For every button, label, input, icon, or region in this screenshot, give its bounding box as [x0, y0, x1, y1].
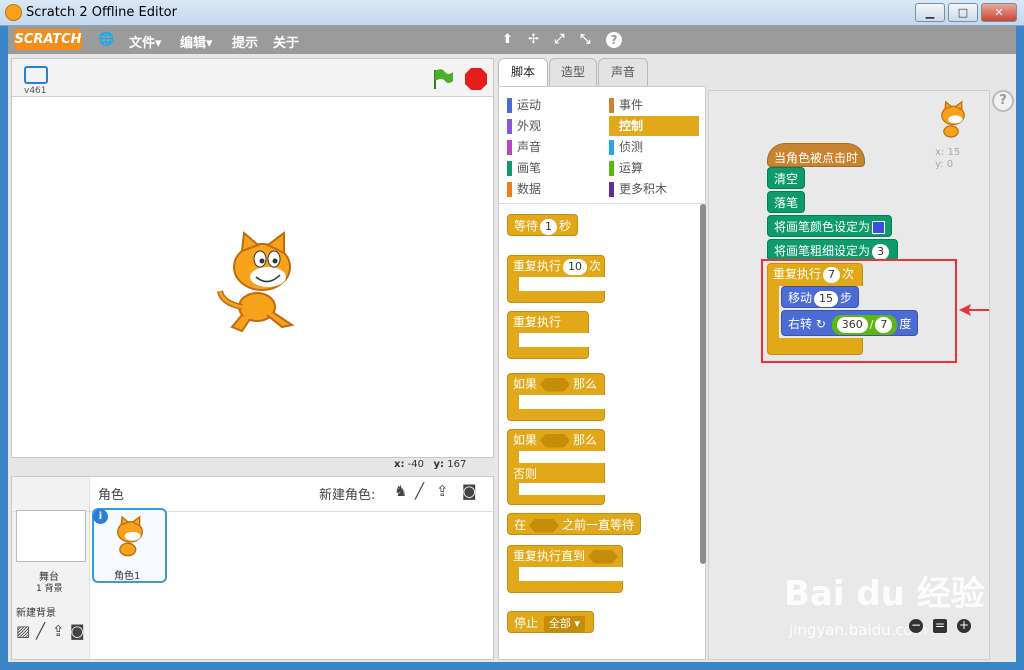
title-bar: Scratch 2 Offline Editor ▁ □ ✕ — [0, 0, 1024, 26]
block-wait[interactable]: 等待 1 秒 — [507, 214, 579, 236]
category-looks[interactable]: 外观 — [507, 116, 541, 136]
category-pen[interactable]: 画笔 — [507, 158, 541, 178]
tab-scripts[interactable]: 脚本 — [498, 58, 548, 86]
shrink-icon[interactable]: ⤡ — [580, 32, 590, 47]
sprite-tile[interactable]: i 角色1 — [92, 508, 167, 583]
scratch-logo[interactable]: SCRATCH — [14, 29, 82, 50]
upload-sprite-icon[interactable]: ⇪ — [436, 482, 449, 500]
menu-edit[interactable]: 编辑▾ — [180, 32, 213, 51]
watermark-url: jingyan.baidu.com — [789, 621, 928, 639]
block-repeat-until-label: 重复执行直到 — [507, 545, 627, 567]
maximize-button[interactable]: □ — [948, 3, 978, 22]
category-events[interactable]: 事件 — [609, 95, 643, 115]
zoom-out-icon[interactable]: − — [909, 619, 923, 633]
palette-scrollbar[interactable] — [700, 204, 706, 564]
red-arrow-icon — [959, 304, 989, 316]
presentation-mode-icon[interactable] — [24, 66, 48, 84]
block-when-sprite-clicked[interactable]: 当角色被点击时 — [767, 143, 866, 167]
tab-sounds[interactable]: 声音 — [598, 58, 648, 86]
grow-icon[interactable]: ⤢ — [554, 32, 564, 47]
block-wait-until[interactable]: 在之前一直等待 — [507, 513, 642, 535]
sprites-title: 角色 — [98, 488, 125, 503]
category-sensing[interactable]: 侦测 — [609, 137, 643, 157]
block-clear[interactable]: 清空 — [767, 167, 806, 189]
stage-backdrop-count: 1 背景 — [36, 584, 63, 594]
block-set-pen-size[interactable]: 将画笔粗细设定为 3 — [767, 239, 899, 261]
category-sound[interactable]: 声音 — [507, 137, 541, 157]
language-globe-icon[interactable]: 🌐 — [98, 32, 114, 47]
block-palette: 运动 事件 外观 控制 声音 侦测 画笔 运算 数据 更多积木 等待 1 秒 重复执… — [498, 86, 706, 660]
watermark-brand: Bai du 经验 — [784, 574, 985, 614]
new-backdrop-label: 新建背景 — [16, 608, 56, 619]
version-label: v461 — [24, 86, 47, 96]
sprite-panel: 角色 新建角色: ♞ ╱ ⇪ ◙ 舞台 1 背景 新建背景 ▨ ╱ ⇪ ◙ i … — [11, 476, 496, 660]
backdrop-upload-icon[interactable]: ⇪ — [52, 622, 65, 640]
category-more-blocks[interactable]: 更多积木 — [609, 179, 667, 199]
menu-about[interactable]: 关于 — [273, 32, 299, 51]
block-set-pen-color[interactable]: 将画笔颜色设定为 — [767, 215, 893, 237]
c-gap — [519, 395, 605, 409]
block-forever-label: 重复执行 — [513, 315, 562, 329]
sprite-cat-on-stage[interactable] — [212, 227, 312, 335]
sprite-cat-corner-icon — [941, 100, 965, 138]
info-icon[interactable]: i — [93, 509, 108, 524]
delete-scissors-icon[interactable]: ✢ — [528, 32, 539, 47]
duplicate-stamp-icon[interactable]: ⬆ — [502, 32, 513, 47]
stage-header: v461 — [12, 59, 493, 97]
stage-panel: v461 — [11, 58, 494, 458]
backdrop-camera-icon[interactable]: ◙ — [70, 622, 85, 640]
help-question-icon[interactable]: ? — [992, 90, 1014, 112]
camera-icon[interactable]: ◙ — [462, 482, 477, 500]
highlight-box — [761, 259, 957, 363]
category-data[interactable]: 数据 — [507, 179, 541, 199]
paint-brush-icon[interactable]: ╱ — [415, 482, 424, 500]
zoom-reset-icon[interactable]: = — [933, 619, 947, 633]
c-gap — [519, 277, 605, 291]
category-operators[interactable]: 运算 — [609, 158, 643, 178]
sprite-name: 角色1 — [114, 571, 141, 582]
editor-main: v461 x: -40 y: 167 角色 新建角色: ♞ ╱ ⇪ ◙ 舞台 1… — [8, 54, 1016, 662]
block-else-label: 否则 — [513, 467, 538, 481]
sprite-y-readout: y: 0 — [935, 159, 954, 170]
block-if-label: 如果 那么 — [513, 377, 598, 392]
tab-costumes[interactable]: 造型 — [549, 58, 597, 86]
sprite-x-readout: x: 15 — [935, 147, 961, 158]
help-icon[interactable]: ? — [606, 32, 622, 48]
menu-tips[interactable]: 提示 — [232, 32, 258, 51]
backdrop-library-icon[interactable]: ▨ — [16, 622, 30, 640]
block-repeat-label: 重复执行 10 次 — [513, 258, 602, 275]
zoom-in-icon[interactable]: + — [957, 619, 971, 633]
category-control[interactable]: 控制 — [609, 116, 699, 136]
mouse-coordinates: x: -40 y: 167 — [394, 459, 467, 470]
menu-file[interactable]: 文件▾ — [129, 32, 162, 51]
window-title: Scratch 2 Offline Editor — [26, 5, 177, 20]
script-area: x: 15 y: 0 当角色被点击时 清空 落笔 将画笔颜色设定为 将画笔粗细设… — [708, 90, 990, 660]
c-gap — [519, 567, 623, 581]
backdrop-paint-icon[interactable]: ╱ — [36, 622, 45, 640]
choose-sprite-icon[interactable]: ♞ — [394, 482, 407, 500]
c-gap — [519, 451, 605, 463]
minimize-button[interactable]: ▁ — [915, 3, 945, 22]
divider — [499, 203, 705, 204]
sprite-cat-thumbnail — [117, 515, 143, 557]
c-gap — [519, 333, 589, 347]
category-motion[interactable]: 运动 — [507, 95, 541, 115]
block-stop[interactable]: 停止 全部 ▾ — [507, 611, 594, 633]
block-if-else-label: 如果 那么 — [513, 433, 598, 448]
block-pen-down[interactable]: 落笔 — [767, 191, 806, 213]
close-button[interactable]: ✕ — [981, 3, 1017, 22]
app-icon — [5, 4, 22, 21]
c-gap — [519, 483, 605, 495]
stop-sign-icon[interactable] — [464, 67, 488, 91]
menu-bar: SCRATCH 🌐 文件▾ 编辑▾ 提示 关于 ⬆ ✢ ⤢ ⤡ ? — [8, 26, 1016, 54]
green-flag-icon[interactable] — [430, 67, 454, 91]
new-sprite-label: 新建角色: — [319, 488, 376, 503]
stage-thumbnail[interactable] — [16, 510, 86, 562]
